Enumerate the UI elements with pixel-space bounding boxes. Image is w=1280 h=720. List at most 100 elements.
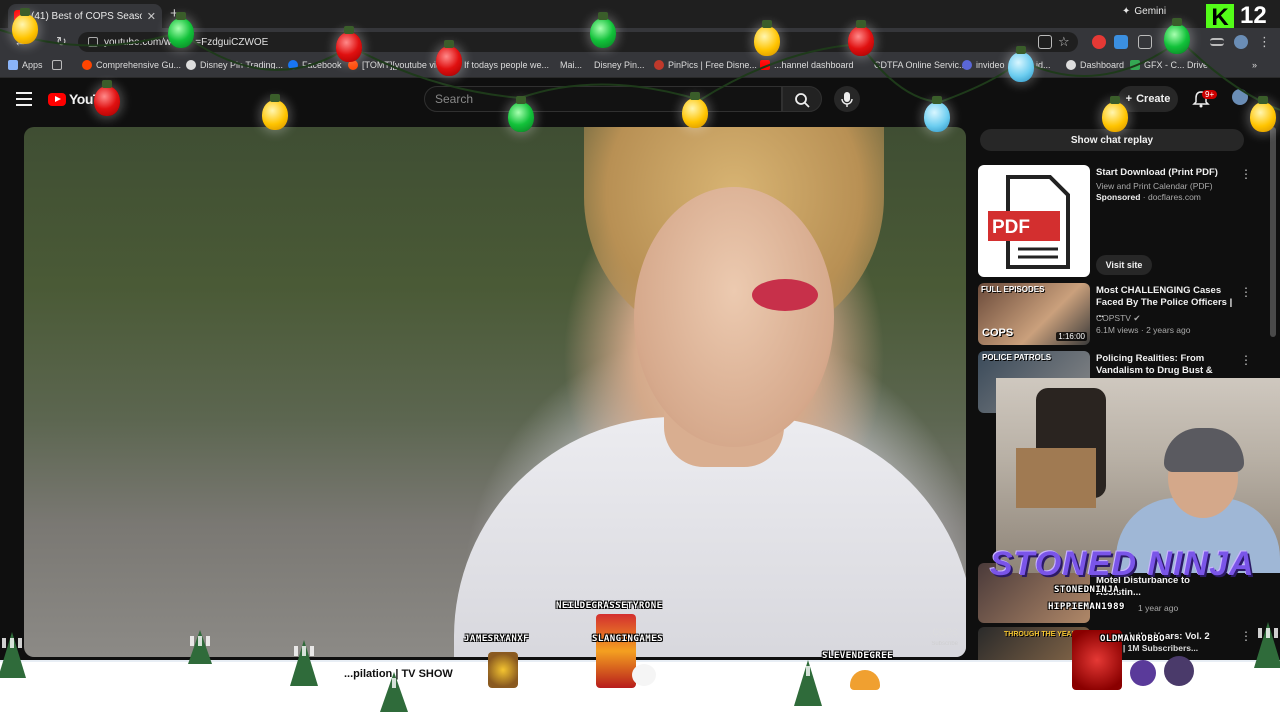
sidebar-scrollbar[interactable] [1270, 127, 1276, 337]
tab-close-icon[interactable]: ✕ [147, 10, 156, 23]
site-info-icon[interactable] [88, 37, 98, 47]
bookmark-item[interactable]: GFX - C... Drive [1130, 60, 1208, 70]
video-thumbnail[interactable]: FULL EPISODES COPS 1:16:00 [978, 283, 1090, 345]
thumb-tag: THROUGH THE YEARS [1004, 631, 1082, 638]
extension-red-icon[interactable] [1092, 35, 1106, 49]
reading-list-icon [52, 60, 62, 70]
profile-avatar-icon[interactable] [1234, 35, 1248, 49]
christmas-bulb-icon [1008, 46, 1034, 82]
streamer-name-banner: STONED NINJA [990, 545, 1255, 583]
chatter-name: NEILDEGRASSETYRONE [556, 601, 663, 611]
christmas-bulb-icon [12, 8, 38, 44]
bookmark-item[interactable]: Disney Pin... [594, 60, 645, 70]
url-field[interactable]: youtube.com/w =FzdguiCZWOE [78, 32, 1078, 52]
reddit-icon [82, 60, 92, 70]
pinpics-icon [654, 60, 664, 70]
bookmark-item[interactable]: invideo [962, 60, 1005, 70]
bookmark-item[interactable]: Facebook [288, 60, 342, 70]
install-app-icon[interactable] [1038, 35, 1052, 49]
gemini-button[interactable]: ✦ Gemini [1122, 6, 1166, 17]
cops-brand-label: COPS [982, 327, 1014, 339]
webcam-box [1016, 448, 1096, 508]
pdf-thumb-label: PDF [992, 217, 1030, 238]
christmas-bulb-icon [682, 92, 708, 128]
pine-tree-icon [380, 672, 408, 712]
search-button[interactable] [782, 86, 822, 112]
pine-tree-icon [188, 630, 212, 664]
dashboard-icon [1066, 60, 1076, 70]
bookmark-item[interactable]: If todays people we... [450, 60, 549, 70]
chatter-name: JAMESRYANXF [464, 634, 530, 644]
bookmark-star-icon[interactable]: ☆ [1058, 34, 1070, 50]
youtube-header: YouT Search + Create [0, 78, 1280, 122]
video-frame-lips [752, 279, 818, 311]
invideo-icon [962, 60, 972, 70]
bookmark-item[interactable]: ...hannel dashboard [760, 60, 854, 70]
video-more-options-icon[interactable]: ⋮ [1240, 285, 1252, 299]
game-character-sprite [1164, 656, 1194, 686]
subscribe-watermark: Subscribe [931, 641, 958, 647]
bookmark-item[interactable]: Dashboard [1066, 60, 1124, 70]
microphone-icon [841, 92, 853, 107]
pine-tree-icon [1254, 622, 1280, 668]
tab-title: (41) Best of COPS Season 1 [31, 10, 142, 22]
christmas-bulb-icon [1250, 96, 1276, 132]
extensions-puzzle-icon[interactable] [1138, 35, 1152, 49]
account-avatar[interactable] [1232, 89, 1248, 105]
gemini-sparkle-icon: ✦ [1122, 6, 1131, 17]
christmas-bulb-icon [848, 20, 874, 56]
bookmark-item[interactable]: CDTFA Online Servic... [874, 60, 967, 70]
bookmarks-overflow-icon[interactable]: » [1252, 60, 1257, 70]
apps-grid-icon [8, 60, 18, 70]
pine-tree-icon [794, 660, 822, 706]
streamer-webcam [996, 378, 1280, 573]
chatter-name: OLDMANROBBO [1100, 634, 1166, 644]
christmas-bulb-icon [1102, 96, 1128, 132]
youtube-studio-icon [760, 60, 770, 70]
christmas-bulb-icon [1164, 18, 1190, 54]
ad-subtitle: View and Print Calendar (PDF) [1096, 181, 1213, 191]
bookmark-item[interactable]: Comprehensive Gu... [82, 60, 181, 70]
bookmarks-bar: Apps Comprehensive Gu... Disney Pin Trad… [0, 56, 1280, 78]
christmas-bulb-icon [590, 12, 616, 48]
video-meta: 1 year ago [1138, 603, 1179, 613]
bookmark-item[interactable]: [TOMT][youtube vid... [348, 60, 448, 70]
hamburger-menu-icon[interactable] [16, 92, 32, 110]
channel-name[interactable]: COPSTV [1096, 313, 1131, 323]
reading-list-icon[interactable] [1210, 38, 1224, 46]
bookmark-item[interactable]: Disney Pin Trading... [186, 60, 283, 70]
bookmark-item[interactable]: Mai... [560, 60, 582, 70]
visit-site-button[interactable]: Visit site [1096, 255, 1152, 275]
create-label: Create [1136, 93, 1171, 105]
ad-more-options-icon[interactable]: ⋮ [1240, 167, 1252, 181]
bookmark-apps[interactable]: Apps [8, 60, 43, 70]
video-more-options-icon[interactable]: ⋮ [1240, 629, 1252, 643]
youtube-logo[interactable]: YouT [48, 91, 101, 107]
game-character-sprite [1130, 660, 1156, 686]
browser-menu-icon[interactable]: ⋮ [1258, 34, 1271, 50]
bookmark-item[interactable]: PinPics | Free Disne... [654, 60, 757, 70]
plus-icon: + [1125, 93, 1133, 105]
url-text-suffix: =FzdguiCZWOE [195, 36, 269, 48]
bookmark-item[interactable] [52, 60, 62, 70]
christmas-bulb-icon [924, 96, 950, 132]
show-chat-replay-button[interactable]: Show chat replay [980, 129, 1244, 151]
video-more-options-icon[interactable]: ⋮ [1240, 353, 1252, 367]
create-button[interactable]: + Create [1118, 86, 1178, 112]
video-player[interactable]: COPS Subscribe [24, 127, 966, 657]
ad-thumbnail[interactable]: PDF [978, 165, 1090, 277]
search-input[interactable]: Search [424, 86, 782, 112]
reload-icon[interactable]: ↻ [56, 34, 67, 50]
ad-title[interactable]: Start Download (Print PDF) [1096, 167, 1234, 179]
thumb-tag: POLICE PATROLS [982, 353, 1052, 362]
webcam-beanie [1164, 428, 1244, 472]
game-character-sprite [632, 664, 656, 686]
extension-blue-icon[interactable] [1114, 35, 1128, 49]
game-character-sprite [488, 652, 518, 688]
video-frame-face [634, 187, 834, 447]
bookmark-item[interactable]: id... [1036, 60, 1051, 70]
search-icon [795, 93, 810, 108]
video-duration: 1:16:00 [1056, 332, 1087, 341]
chatter-name: HIPPIEMAN1989 [1048, 602, 1125, 612]
voice-search-button[interactable] [834, 86, 860, 112]
